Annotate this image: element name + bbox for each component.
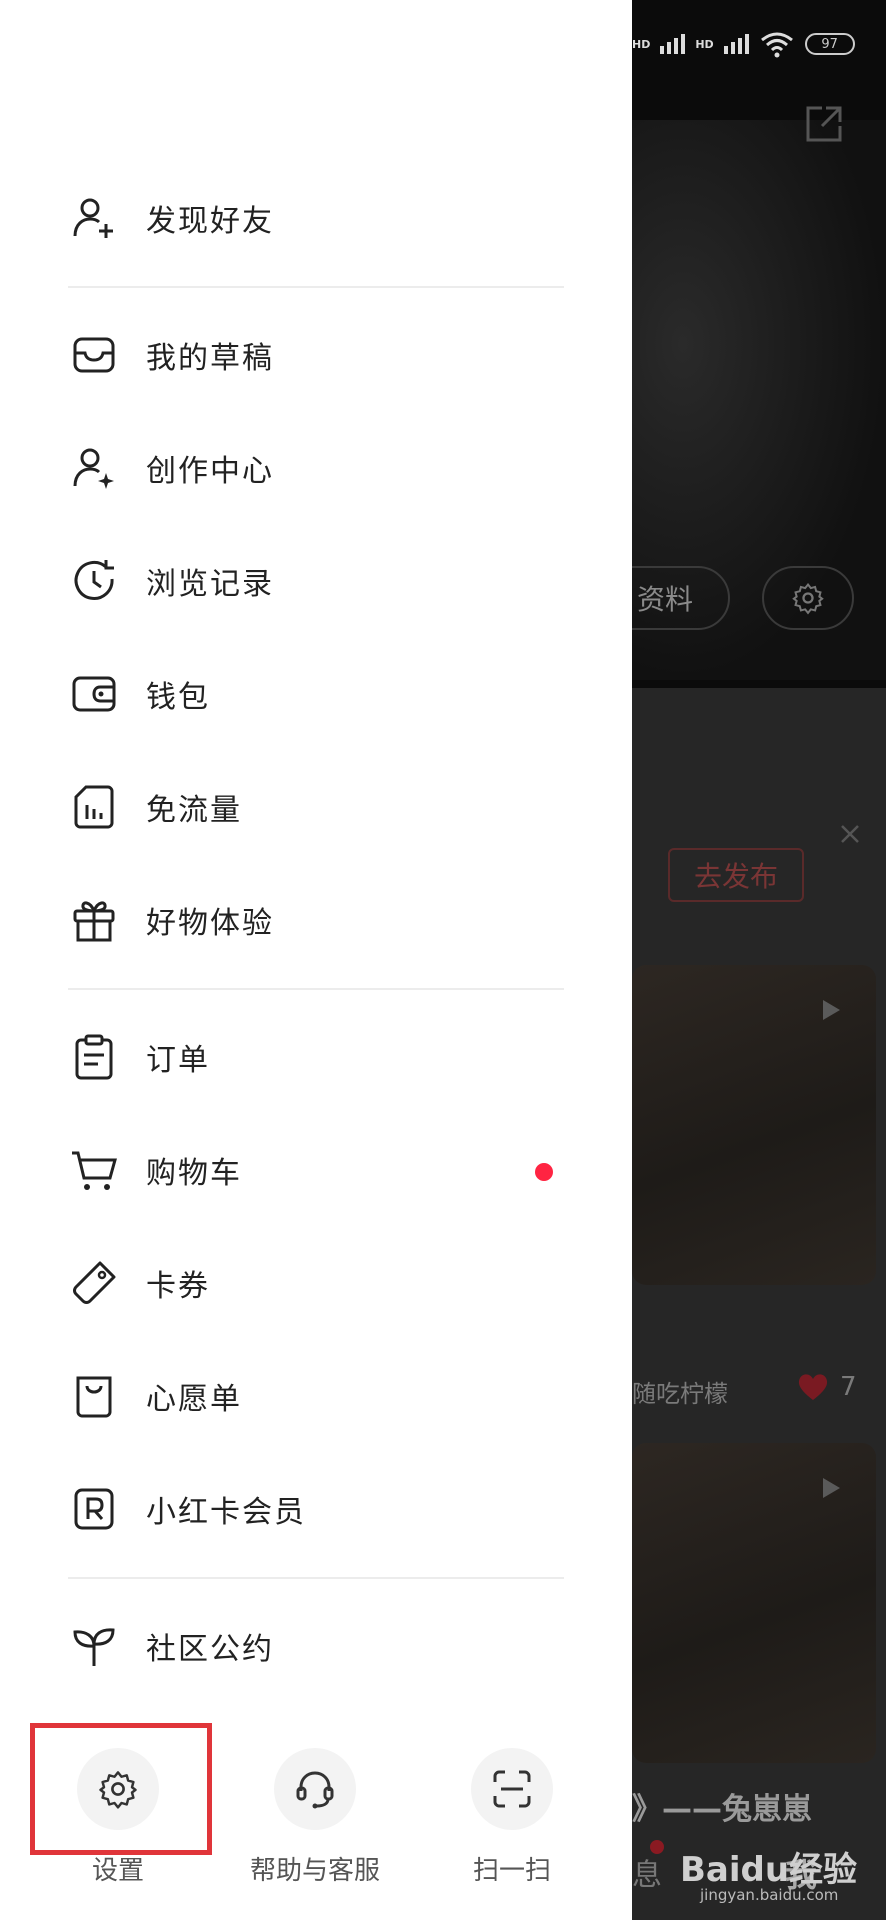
share-icon[interactable] [802,102,846,146]
gift-icon [68,894,120,946]
scan-circle[interactable] [471,1748,553,1830]
cart-notification-dot [535,1163,553,1181]
membership-icon [68,1483,120,1535]
menu-item-label: 小红卡会员 [146,1495,306,1530]
profile-settings-button[interactable] [762,566,854,630]
creator-center-icon [68,442,120,494]
menu-item-find-friends[interactable]: 发现好友 [68,178,568,258]
menu-item-label: 发现好友 [146,204,274,239]
close-icon[interactable] [838,822,862,846]
help-circle[interactable] [274,1748,356,1830]
menu-item-label: 购物车 [146,1156,242,1191]
menu-item-label: 社区公约 [146,1632,274,1667]
settings-label: 设置 [91,1856,144,1886]
like-count: 7 [840,1372,857,1402]
menu-item-wallet[interactable]: 钱包 [68,654,568,734]
menu-item-label: 钱包 [146,680,210,715]
signal-label-1: HD [632,37,651,51]
menu-item-label: 创作中心 [146,454,274,489]
menu-item-label: 订单 [146,1043,210,1078]
heart-icon[interactable] [796,1372,830,1402]
publish-label: 去发布 [693,860,778,893]
menu-item-label: 浏览记录 [146,567,274,602]
watermark-logo: Baidu经验 [680,1850,858,1890]
menu-item-free-data[interactable]: 免流量 [68,767,568,847]
status-bar: HD HD 97 [632,30,855,58]
battery-indicator: 97 [804,33,855,55]
menu-item-label: 我的草稿 [146,341,274,376]
card-author: 随吃柠檬 [632,1380,728,1408]
drafts-icon [68,329,120,381]
scan-icon [493,1770,531,1808]
signal-icon-2 [723,34,749,54]
menu-item-membership[interactable]: 小红卡会员 [68,1469,568,1549]
menu-item-community-rules[interactable]: 社区公约 [68,1606,568,1686]
add-friend-icon [68,192,120,244]
wallet-icon [68,668,120,720]
help-label: 帮助与客服 [249,1856,380,1886]
watermark-url: jingyan.baidu.com [700,1886,839,1904]
divider [68,988,564,990]
scan-label: 扫一扫 [472,1856,551,1886]
divider [68,286,564,288]
menu-item-label: 卡券 [146,1269,210,1304]
edit-profile-label: 资料 [636,583,693,616]
settings-highlight-box [30,1723,212,1855]
menu-item-creator-center[interactable]: 创作中心 [68,428,568,508]
signal-label-2: HD [695,37,714,51]
wifi-icon [760,32,793,58]
menu-item-coupons[interactable]: 卡券 [68,1243,568,1323]
signal-icon [660,34,686,54]
free-data-icon [68,781,120,833]
menu-item-label: 免流量 [146,793,242,828]
nav-messages[interactable]: 息 [632,1850,662,1894]
menu-item-drafts[interactable]: 我的草稿 [68,315,568,395]
help-support-button[interactable]: 帮助与客服 [235,1748,395,1887]
post-title: 》——兔崽崽 [632,1792,812,1827]
wishlist-icon [68,1370,120,1422]
publish-button[interactable]: 去发布 [668,848,804,902]
message-dot [650,1840,664,1854]
history-icon [68,555,120,607]
coupon-icon [68,1257,120,1309]
menu-item-good-products[interactable]: 好物体验 [68,880,568,960]
video-play-icon [823,1000,840,1020]
menu-item-label: 心愿单 [146,1382,242,1417]
menu-item-wishlist[interactable]: 心愿单 [68,1356,568,1436]
gear-icon [792,582,824,615]
menu-item-history[interactable]: 浏览记录 [68,541,568,621]
headset-icon [296,1771,334,1809]
community-rules-icon [68,1620,120,1672]
menu-item-cart[interactable]: 购物车 [68,1130,568,1210]
video-play-icon-2 [823,1478,840,1498]
divider [68,1577,564,1579]
scan-button[interactable]: 扫一扫 [432,1748,592,1887]
order-icon [68,1031,120,1083]
side-drawer: 发现好友 我的草稿 创作中心 浏览记录 钱包 免流量 好物体验 订单 购物车 卡… [0,0,632,1920]
menu-item-label: 好物体验 [146,906,274,941]
cart-icon [68,1144,120,1196]
menu-item-orders[interactable]: 订单 [68,1017,568,1097]
